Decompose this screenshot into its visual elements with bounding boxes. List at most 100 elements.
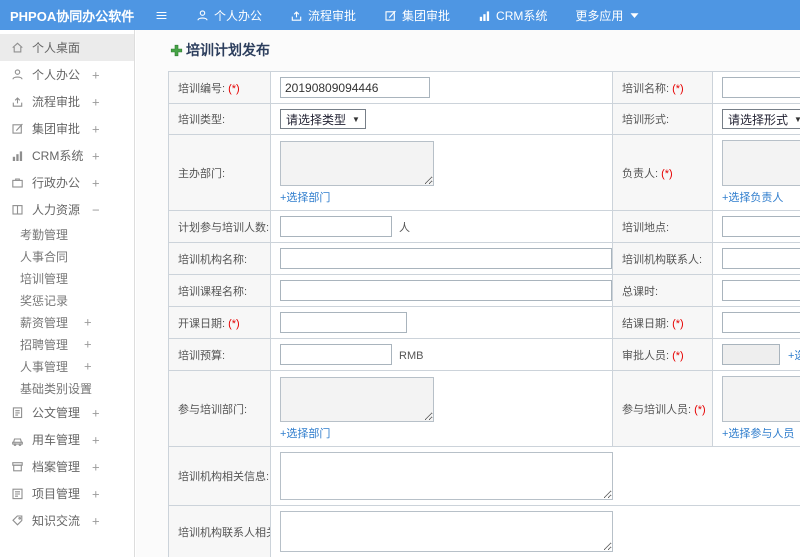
field-label: 主办部门: [178, 167, 226, 180]
nav-personal-office[interactable]: 个人办公 [196, 7, 262, 24]
unit-label: RMB [399, 349, 424, 362]
form-row: 培训编号:(*) 培训名称:(*) [168, 71, 800, 104]
required-mark: (*) [672, 349, 684, 362]
training-no-input[interactable] [280, 77, 430, 98]
sidebar-subitem-recruit-mgmt[interactable]: 招聘管理 + [0, 333, 134, 355]
org-contact-input[interactable] [722, 248, 800, 269]
archive-icon [11, 460, 24, 473]
sidebar-item-crm[interactable]: CRM系统 + [0, 142, 134, 169]
add-plus-icon [170, 44, 183, 57]
sidebar-subitem-base-category[interactable]: 基础类别设置 + [0, 377, 134, 399]
host-dept-textarea[interactable] [280, 140, 434, 186]
start-date-input[interactable] [280, 312, 407, 333]
join-dept-textarea[interactable] [280, 376, 434, 422]
required-mark: (*) [228, 317, 240, 330]
sidebar-subitem-hr-contract[interactable]: 人事合同 [0, 245, 134, 267]
training-plan-form: 培训编号:(*) 培训名称:(*) 培训类型: 请选择类型▼ 培训形式: 请选择… [168, 71, 800, 557]
nav-group-approval[interactable]: 集团审批 [384, 7, 450, 24]
top-header: PHPOA协同办公软件 个人办公 流程审批 集团审批 CRM系统 更多应用 [0, 0, 800, 30]
org-contact-info-textarea[interactable] [280, 511, 613, 552]
briefcase-icon [11, 176, 24, 189]
edit-icon [384, 9, 397, 22]
sidebar-item-group-approval[interactable]: 集团审批 + [0, 115, 134, 142]
car-icon [11, 433, 24, 446]
main-content: 培训计划发布 培训编号:(*) 培训名称:(*) 培训类型: 请选择类型▼ 培训… [136, 30, 800, 557]
join-people-textarea[interactable] [722, 376, 800, 422]
training-type-select[interactable]: 请选择类型 ▼ [280, 109, 366, 129]
upload-icon [11, 95, 24, 108]
approver-input[interactable] [722, 344, 780, 365]
person-icon [11, 68, 24, 81]
form-row: 计划参与培训人数:(*) 人 培训地点: [168, 210, 800, 243]
nav-crm-system[interactable]: CRM系统 [478, 7, 547, 24]
select-dept-link[interactable]: +选择部门 [280, 189, 330, 205]
form-row: 参与培训部门: +选择部门 参与培训人员: (*) +选择参与人员 [168, 370, 800, 447]
sidebar-item-vehicle-mgmt[interactable]: 用车管理 + [0, 426, 134, 453]
training-mode-select[interactable]: 请选择形式 ▼ [722, 109, 800, 129]
leader-textarea[interactable] [722, 140, 800, 186]
sidebar-item-archive-mgmt[interactable]: 档案管理 + [0, 453, 134, 480]
project-icon [11, 487, 24, 500]
field-label: 培训形式: [622, 114, 670, 126]
budget-input[interactable] [280, 344, 392, 365]
field-label: 培训预算: [178, 349, 226, 362]
sidebar-item-workflow-approval[interactable]: 流程审批 + [0, 88, 134, 115]
field-label: 培训机构联系人: [622, 253, 703, 266]
sidebar: 个人桌面 个人办公 + 流程审批 + 集团审批 + CRM系统 + 行政办公 +… [0, 30, 135, 557]
nav-workflow-approval[interactable]: 流程审批 [290, 7, 356, 24]
field-label: 培训地点: [622, 221, 670, 234]
end-date-input[interactable] [722, 312, 800, 333]
org-info-textarea[interactable] [280, 452, 613, 500]
sidebar-subitem-salary-mgmt[interactable]: 薪资管理 + [0, 311, 134, 333]
sidebar-subitem-personnel-mgmt[interactable]: 人事管理 + [0, 355, 134, 377]
location-input[interactable] [722, 216, 800, 237]
app-logo: PHPOA协同办公软件 [10, 8, 135, 24]
select-leader-link[interactable]: +选择负责人 [722, 189, 783, 205]
tags-icon [11, 514, 24, 527]
bar-chart-icon [478, 9, 491, 22]
document-icon [11, 406, 24, 419]
unit-label: 人 [399, 221, 410, 234]
training-name-input[interactable] [722, 77, 800, 98]
hamburger-menu-icon[interactable] [148, 9, 174, 22]
form-row: 培训类型: 请选择类型 ▼ 培训形式: 请选择形式 ▼ [168, 103, 800, 135]
field-label: 计划参与培训人数: [178, 221, 270, 234]
sidebar-item-human-resources[interactable]: 人力资源 − [0, 196, 134, 223]
nav-more-apps[interactable]: 更多应用 [575, 7, 639, 24]
select-join-people-link[interactable]: +选择参与人员 [722, 425, 794, 441]
sidebar-subitem-training-mgmt[interactable]: 培训管理 [0, 267, 134, 289]
sidebar-item-personal-desktop[interactable]: 个人桌面 [0, 34, 134, 61]
field-label: 培训名称: [622, 82, 670, 95]
field-label: 参与培训部门: [178, 403, 248, 416]
field-label: 培训机构联系人相关信息: [178, 526, 270, 539]
course-name-input[interactable] [280, 280, 612, 301]
required-mark: (*) [672, 317, 684, 330]
plan-count-input[interactable] [280, 216, 392, 237]
sidebar-item-document-mgmt[interactable]: 公文管理 + [0, 399, 134, 426]
field-label: 培训机构相关信息: [178, 471, 270, 483]
select-join-dept-link[interactable]: +选择部门 [280, 425, 330, 441]
sidebar-item-knowledge[interactable]: 知识交流 + [0, 507, 134, 534]
sidebar-item-project-mgmt[interactable]: 项目管理 + [0, 480, 134, 507]
required-mark: (*) [228, 82, 240, 95]
sidebar-subitem-reward-record[interactable]: 奖惩记录 [0, 289, 134, 311]
org-name-input[interactable] [280, 248, 612, 269]
form-row: 培训机构相关信息: [168, 446, 800, 506]
field-label: 培训机构名称: [178, 253, 248, 266]
field-label: 负责人: [622, 167, 659, 180]
form-row: 培训机构联系人相关信息: [168, 505, 800, 557]
required-mark: (*) [694, 403, 706, 416]
sidebar-item-personal-office[interactable]: 个人办公 + [0, 61, 134, 88]
form-row: 培训课程名称: 总课时: [168, 274, 800, 307]
chevron-down-icon [630, 12, 639, 19]
select-arrow-icon: ▼ [794, 114, 800, 124]
field-label: 结课日期: [622, 317, 670, 330]
edit-icon [11, 122, 24, 135]
form-row: 开课日期: (*) 结课日期: (*) [168, 306, 800, 339]
total-hours-input[interactable] [722, 280, 800, 301]
select-approver-link[interactable]: +选择审批人员 [788, 350, 800, 362]
required-mark: (*) [661, 167, 673, 180]
sidebar-subitem-attendance[interactable]: 考勤管理 [0, 223, 134, 245]
sidebar-item-admin-office[interactable]: 行政办公 + [0, 169, 134, 196]
form-row: 培训预算: RMB 审批人员:(*) +选择审批人员 [168, 338, 800, 371]
